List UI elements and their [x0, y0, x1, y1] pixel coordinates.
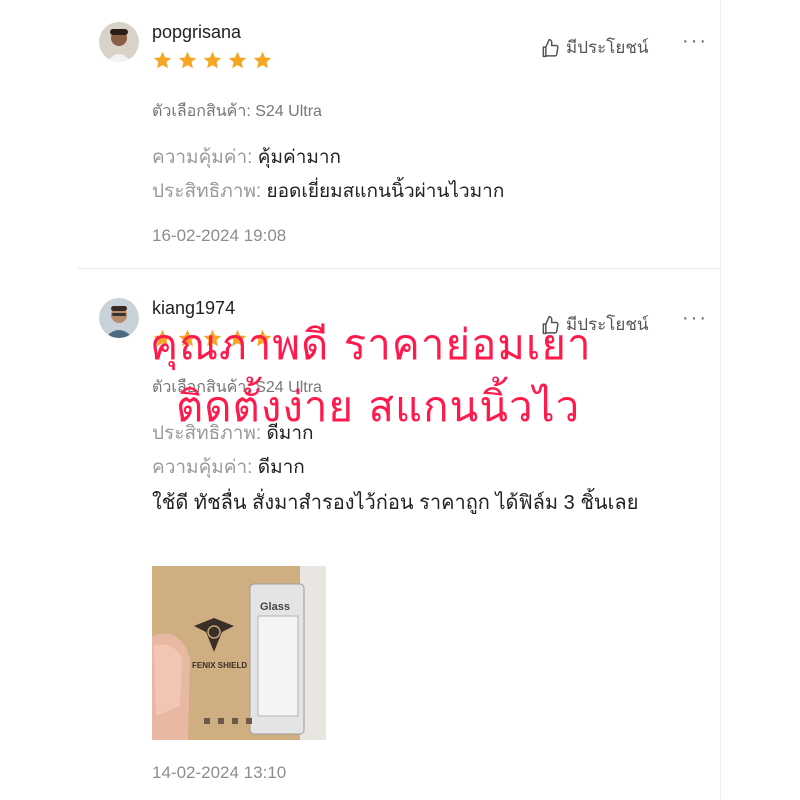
more-options-button[interactable]: ···: [682, 30, 708, 53]
attribute-row: ประสิทธิภาพ: ยอดเยี่ยมสแกนนิ้วผ่านไวมาก: [152, 176, 504, 206]
review-date: 14-02-2024 13:10: [152, 763, 287, 782]
more-options-button[interactable]: ···: [682, 307, 708, 330]
attribute-value: คุ้มค่ามาก: [257, 147, 342, 168]
attribute-row: ความคุ้มค่า: คุ้มค่ามาก: [152, 142, 341, 172]
helpful-button[interactable]: มีประโยชน์: [540, 34, 649, 61]
photo-box-label: Glass: [260, 601, 290, 613]
variant-label: ตัวเลือกสินค้า: S24 Ultra: [152, 103, 322, 120]
promo-overlay-line-2: ติดตั้งง่าย สแกนนิ้วไว: [176, 382, 581, 431]
attribute-row: ความคุ้มค่า: ดีมาก: [152, 452, 305, 482]
review-username[interactable]: popgrisana: [152, 22, 241, 43]
promo-overlay-line-1: คุณภาพดี ราคาย่อมเยา: [150, 320, 592, 369]
review-date: 16-02-2024 19:08: [152, 226, 287, 245]
star-icon: [178, 51, 197, 69]
rating-stars: [152, 50, 273, 71]
photo-brand-text: FENIX SHIELD: [192, 661, 247, 670]
attribute-value: ดีมาก: [257, 457, 305, 478]
avatar[interactable]: [99, 22, 139, 62]
star-icon: [153, 51, 172, 69]
attribute-key: ความคุ้มค่า:: [152, 147, 253, 168]
attribute-value: ยอดเยี่ยมสแกนนิ้วผ่านไวมาก: [266, 181, 505, 202]
thumbs-up-icon: [542, 38, 559, 57]
star-icon: [253, 51, 272, 69]
review-comment: ใช้ดี ทัชลื่น สั่งมาสำรองไว้ก่อน ราคาถูก…: [152, 492, 639, 514]
star-icon: [203, 51, 222, 69]
attribute-key: ประสิทธิภาพ:: [152, 181, 262, 202]
review-photo[interactable]: FENIX SHIELD Glass: [152, 566, 326, 740]
attribute-key: ความคุ้มค่า:: [152, 457, 253, 478]
star-icon: [228, 51, 247, 69]
helpful-label: มีประโยชน์: [566, 38, 649, 57]
avatar[interactable]: [99, 298, 139, 338]
review-divider: [78, 268, 720, 269]
